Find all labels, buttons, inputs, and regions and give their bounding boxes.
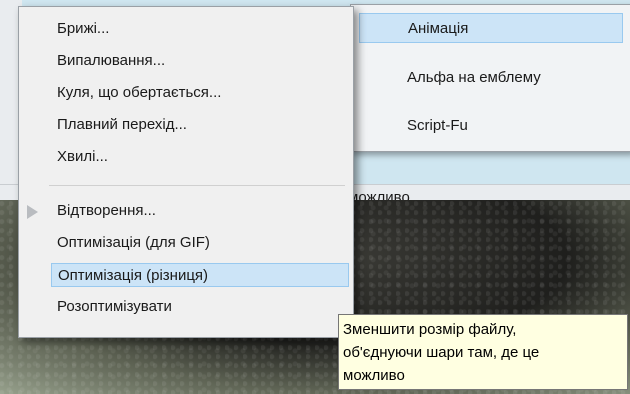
animation-menu: Брижі... Випалювання... Куля, що обертає… — [18, 6, 354, 338]
tooltip-line-1: Зменшити розмір файлу, — [343, 321, 517, 338]
menu-item-ripples[interactable]: Брижі... — [57, 17, 347, 41]
menu-item-unoptimize[interactable]: Розоптимізувати — [57, 295, 347, 319]
menu-separator — [49, 185, 345, 186]
menu-item-burn-in[interactable]: Випалювання... — [57, 49, 347, 73]
submenu-item-label: Альфа на емблему — [407, 69, 541, 86]
submenu-item-alpha-to-logo[interactable]: Альфа на емблему — [359, 63, 623, 93]
submenu-item-script-fu[interactable]: Script-Fu — [359, 111, 623, 141]
tooltip-line-3: можливо — [343, 367, 405, 384]
menu-item-optimize-difference[interactable]: Оптимізація (різниця) — [51, 263, 349, 287]
submenu-item-label: Анімація — [408, 20, 469, 37]
play-triangle-icon — [27, 205, 38, 219]
tooltip: Зменшити розмір файлу, об'єднуючи шари т… — [338, 314, 628, 390]
tooltip-line-2: об'єднуючи шари там, де це — [343, 344, 540, 361]
submenu-item-animation[interactable]: Анімація — [359, 13, 623, 43]
parent-submenu: Анімація Альфа на емблему Script-Fu — [350, 4, 630, 152]
menu-item-optimize-gif[interactable]: Оптимізація (для GIF) — [57, 231, 347, 255]
menu-item-waves[interactable]: Хвилі... — [57, 145, 347, 169]
submenu-item-label: Script-Fu — [407, 117, 468, 134]
menu-item-spinning-globe[interactable]: Куля, що обертається... — [57, 81, 347, 105]
menu-item-blend[interactable]: Плавний перехід... — [57, 113, 347, 137]
menu-item-playback[interactable]: Відтворення... — [57, 199, 347, 223]
